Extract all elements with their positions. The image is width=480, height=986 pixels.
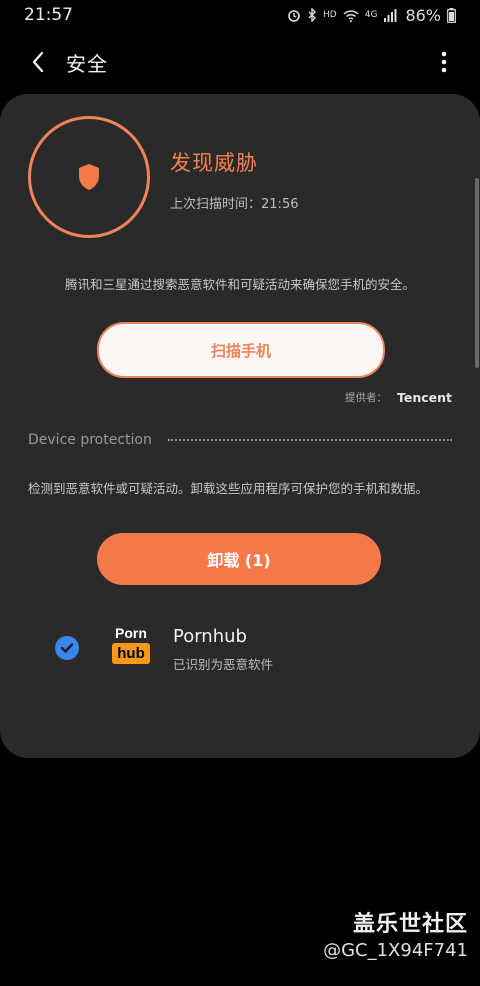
more-vert-icon	[441, 51, 447, 73]
battery-percent: 86%	[405, 5, 441, 25]
scan-time-value: 21:56	[261, 197, 299, 212]
protection-description: 检测到恶意软件或可疑活动。卸载这些应用程序可保护您的手机和数据。	[28, 481, 429, 496]
scrollbar[interactable]	[475, 178, 479, 368]
threat-title: 发现威胁	[170, 151, 258, 175]
more-options-button[interactable]	[434, 48, 454, 76]
section-title: Device protection	[28, 432, 152, 448]
alarm-icon	[287, 8, 301, 22]
back-arrow-icon	[32, 51, 44, 73]
shield-icon	[79, 164, 99, 190]
app-bar: 安全	[0, 38, 480, 86]
app-status: 已识别为恶意软件	[173, 657, 274, 672]
watermark-title: 盖乐世社区	[352, 912, 468, 937]
checkbox[interactable]	[55, 636, 79, 660]
back-button[interactable]	[24, 48, 52, 76]
bluetooth-icon	[307, 8, 317, 22]
app-name: Pornhub	[173, 626, 247, 647]
app-logo-bottom: hub	[112, 643, 150, 664]
provider-info: 提供者： Tencent	[345, 390, 452, 405]
mobile-label: 4G	[364, 10, 378, 20]
list-item[interactable]: Porn hub Pornhub 已识别为恶意软件	[0, 620, 480, 680]
security-screen: 21:57 HD 4G 86% 安全 发现威胁 上次扫描时间：21:56 腾讯和…	[0, 0, 480, 986]
provider-label: 提供者：	[344, 392, 387, 404]
signal-icon	[383, 8, 397, 22]
uninstall-button[interactable]: 卸载 (1)	[97, 533, 381, 585]
app-logo-top: Porn	[115, 625, 147, 641]
app-icon: Porn hub	[110, 626, 152, 668]
scan-time-label: 上次扫描时间：	[170, 197, 262, 212]
watermark-handle: @GC_1X94F741	[323, 940, 468, 961]
provider-name: Tencent	[396, 390, 452, 405]
scan-phone-button[interactable]: 扫描手机	[97, 322, 385, 378]
section-header: Device protection	[28, 431, 452, 449]
page-title: 安全	[66, 52, 108, 76]
hd-label: HD	[323, 10, 337, 20]
wifi-icon	[343, 9, 359, 22]
section-divider	[167, 439, 452, 441]
last-scan-time: 上次扫描时间：21:56	[170, 193, 298, 212]
check-icon	[60, 643, 74, 653]
security-description: 腾讯和三星通过搜索恶意软件和可疑活动来确保您手机的安全。	[64, 277, 415, 292]
battery-icon	[447, 7, 456, 23]
status-time: 21:57	[24, 5, 73, 25]
status-icons: HD 4G 86%	[287, 6, 456, 25]
threat-status-ring	[28, 116, 150, 238]
status-bar: 21:57 HD 4G 86%	[0, 0, 480, 30]
